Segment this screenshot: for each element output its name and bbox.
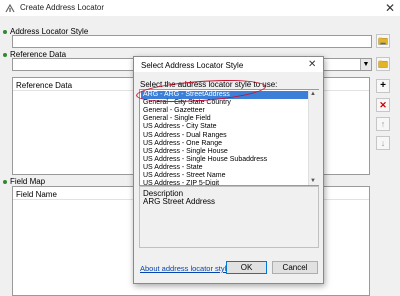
list-item[interactable]: US Address - State [141,164,309,172]
window-title: Create Address Locator [20,3,105,12]
reference-data-column-header: Reference Data [16,81,73,90]
field-name-column-header: Field Name [16,190,57,199]
add-icon[interactable]: + [376,79,390,93]
browse-folder-icon[interactable] [376,57,390,71]
address-locator-style-input[interactable] [12,35,372,48]
list-item[interactable]: US Address - City State [141,123,309,131]
list-item[interactable]: US Address - Street Name [141,172,309,180]
list-item[interactable]: General - Gazetteer [141,107,309,115]
list-item[interactable]: US Address - One Range [141,140,309,148]
required-dot-icon [3,179,7,184]
list-item[interactable]: US Address - Dual Ranges [141,132,309,140]
chevron-down-icon[interactable]: ▼ [360,59,371,70]
ok-button[interactable]: OK [226,261,267,274]
list-item[interactable]: US Address - Single House [141,148,309,156]
move-up-icon[interactable]: ↑ [376,117,390,131]
scroll-down-icon[interactable]: ▼ [308,177,318,185]
field-map-label: Field Map [3,177,45,186]
scroll-up-icon[interactable]: ▲ [308,90,318,98]
about-styles-link[interactable]: About address locator styles [140,264,234,273]
app-icon [5,4,15,13]
close-icon[interactable]: ✕ [308,59,316,70]
move-down-icon[interactable]: ↓ [376,136,390,150]
description-value: ARG Street Address [143,197,216,206]
required-dot-icon [3,29,7,34]
style-list[interactable]: ARG - ARG - StreetAddress General - City … [139,89,319,186]
list-scrollbar[interactable] [308,90,319,185]
list-item[interactable]: US Address - Single House Subaddress [141,156,309,164]
browse-folder-icon[interactable] [376,34,390,48]
remove-icon[interactable]: ✕ [376,98,390,112]
dialog-title: Select Address Locator Style [141,61,244,70]
list-item[interactable]: General - Single Field [141,115,309,123]
required-dot-icon [3,52,7,57]
close-icon[interactable]: ✕ [383,1,397,15]
cancel-button[interactable]: Cancel [272,261,318,274]
